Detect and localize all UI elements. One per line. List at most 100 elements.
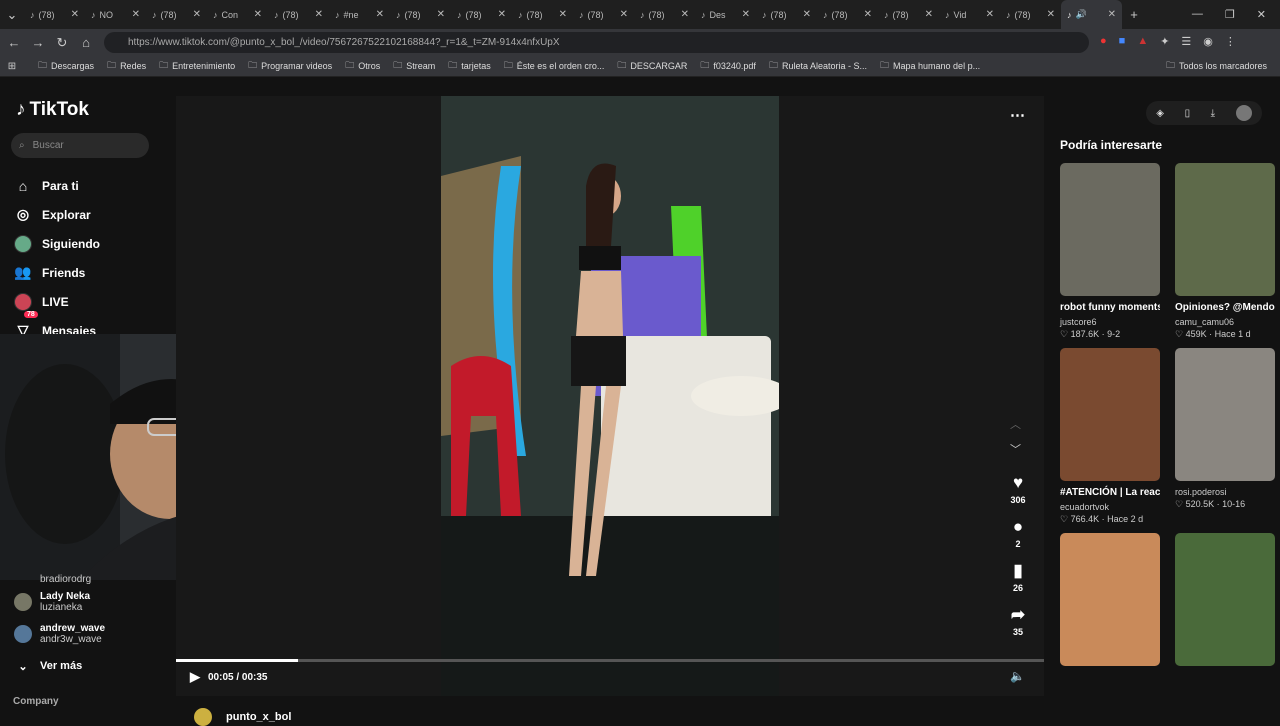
close-tab-icon[interactable]: ✕ (498, 9, 506, 20)
volume-icon[interactable]: 🔈 (1010, 669, 1025, 683)
browser-tab[interactable]: ♪ (78) ✕ (512, 0, 573, 29)
ver-mas-button[interactable]: ⌄ Ver más (14, 650, 105, 682)
sidebar-item-friends[interactable]: 👥 Friends (14, 258, 100, 287)
bookmark-item[interactable]: 🗀 tarjetas (448, 58, 491, 74)
list-item[interactable]: Lady Neka luzianeka (14, 586, 105, 618)
puzzle-icon[interactable]: ✦ (1160, 35, 1169, 48)
sidebar-item-siguiendo[interactable]: Siguiendo (14, 229, 100, 258)
video-card[interactable]: #ATENCIÓN | La reacción de este to... ecu… (1060, 348, 1160, 525)
bookmark-item[interactable]: 🗀 Entretenimiento (159, 58, 235, 74)
sidebar-item-explorar[interactable]: ◎ Explorar (14, 200, 100, 229)
close-tab-icon[interactable]: ✕ (925, 9, 933, 20)
browser-tab[interactable]: ♪ (78) ✕ (878, 0, 939, 29)
bookmark-item[interactable]: 🗀 Programar videos (248, 58, 332, 74)
company-link[interactable]: Company (13, 696, 105, 707)
more-options-icon[interactable]: ⋯ (1010, 106, 1025, 124)
video-thumbnail[interactable] (1060, 533, 1160, 666)
browser-tab[interactable]: ♪ Des ✕ (695, 0, 756, 29)
bookmark-item[interactable]: 🗀 Stream (393, 58, 435, 74)
list-item[interactable]: andrew_wave andr3w_wave (14, 618, 105, 650)
close-tab-icon[interactable]: ✕ (803, 9, 811, 20)
video-card[interactable]: rosi.poderosi ♡ 520.5K · 10-16 (1175, 348, 1275, 525)
extension-icon[interactable]: ● (1100, 35, 1107, 48)
close-tab-icon[interactable]: ✕ (1047, 9, 1055, 20)
apps-icon[interactable]: ⊞ (0, 61, 24, 72)
heart-icon[interactable]: ♥ (1013, 473, 1023, 495)
close-tab-icon[interactable]: ✕ (620, 9, 628, 20)
browser-tab[interactable]: ♪ #ne ✕ (329, 0, 390, 29)
close-tab-icon[interactable]: ✕ (681, 9, 689, 20)
back-icon[interactable]: ← (2, 35, 26, 50)
share-icon[interactable]: ➦ (1011, 605, 1025, 627)
browser-tab[interactable]: ♪ (78) ✕ (268, 0, 329, 29)
tab-search-icon[interactable]: ⌄ (0, 7, 24, 23)
close-tab-icon[interactable]: ✕ (437, 9, 445, 20)
profile-icon[interactable]: ◉ (1203, 35, 1213, 48)
extension-icon[interactable]: ■ (1119, 35, 1126, 48)
close-tab-icon[interactable]: ✕ (254, 9, 262, 20)
close-tab-icon[interactable]: ✕ (1108, 9, 1116, 20)
author-name[interactable]: punto_x_bol (226, 711, 291, 723)
prev-video-icon[interactable]: ︿ (1010, 416, 1021, 432)
bookmark-item[interactable]: 🗀 Ruleta Aleatoria - S... (769, 58, 867, 74)
bookmark-item[interactable]: 🗀 Otros (345, 58, 380, 74)
bookmark-item[interactable]: 🗀 DESCARGAR (617, 58, 687, 74)
card-author[interactable]: ecuadortvok (1060, 502, 1160, 512)
browser-tab[interactable]: ♪ (78) ✕ (634, 0, 695, 29)
close-tab-icon[interactable]: ✕ (864, 9, 872, 20)
card-author[interactable]: camu_camu06 (1175, 317, 1275, 327)
bookmark-icon[interactable]: ▮ (1013, 561, 1022, 583)
home-icon[interactable]: ⌂ (74, 35, 98, 50)
more-icon[interactable]: ⋮ (1225, 35, 1236, 48)
browser-tab[interactable]: ♪ (78) ✕ (451, 0, 512, 29)
extension-icon[interactable]: ▲ (1137, 35, 1148, 48)
url-field[interactable]: https://www.tiktok.com/@punto_x_bol_/vid… (104, 32, 1089, 53)
video-card[interactable]: robot funny moments and crash... justcore… (1060, 163, 1160, 340)
search-input[interactable]: ⌕ Buscar (11, 133, 149, 158)
coins-icon[interactable]: ◈ (1156, 108, 1164, 119)
progress-bar[interactable] (176, 659, 1044, 662)
reload-icon[interactable]: ↻ (50, 35, 74, 51)
video-frame[interactable] (441, 96, 779, 696)
tiktok-logo[interactable]: ♪ TikTok (16, 99, 89, 121)
browser-tab[interactable]: ♪ NO ✕ (85, 0, 146, 29)
close-tab-icon[interactable]: ✕ (315, 9, 323, 20)
video-thumbnail[interactable] (1060, 163, 1160, 296)
browser-tab[interactable]: ♪ Vid ✕ (939, 0, 1000, 29)
bookmark-item[interactable]: 🗀 Descargas (38, 58, 94, 74)
browser-tab[interactable]: ♪ (78) ✕ (573, 0, 634, 29)
card-author[interactable]: rosi.poderosi (1175, 487, 1275, 497)
avatar[interactable] (1235, 105, 1252, 121)
video-thumbnail[interactable] (1175, 533, 1275, 666)
all-bookmarks[interactable]: 🗀 Todos los marcadores (1166, 58, 1267, 74)
browser-tab[interactable]: ♪ (78) ✕ (146, 0, 207, 29)
browser-tab[interactable]: ♪ Con ✕ (207, 0, 268, 29)
new-tab-button[interactable]: + (1122, 7, 1146, 22)
close-window-icon[interactable]: ✕ (1257, 8, 1266, 21)
forward-icon[interactable]: → (26, 35, 50, 50)
bookmark-item[interactable]: 🗀 Mapa humano del p... (880, 58, 980, 74)
restore-icon[interactable]: ❐ (1225, 8, 1235, 21)
video-card[interactable] (1175, 533, 1275, 666)
card-author[interactable]: justcore6 (1060, 317, 1160, 327)
bookmark-item[interactable]: 🗀 f03240.pdf (700, 58, 756, 74)
browser-tab[interactable]: ♪ (78) ✕ (24, 0, 85, 29)
video-card[interactable] (1060, 533, 1160, 666)
browser-tab[interactable]: ♪ (78) ✕ (1000, 0, 1061, 29)
browser-tab[interactable]: ♪ (78) ✕ (756, 0, 817, 29)
download-icon[interactable]: ⤓ (1211, 108, 1215, 119)
comment-icon[interactable]: ● (1013, 517, 1023, 539)
minimize-icon[interactable]: — (1192, 8, 1203, 21)
video-thumbnail[interactable] (1060, 348, 1160, 481)
play-icon[interactable]: ▶ (190, 669, 200, 685)
close-tab-icon[interactable]: ✕ (193, 9, 201, 20)
bookmark-item[interactable]: 🗀 Redes (107, 58, 146, 74)
browser-tab[interactable]: ♪ (78) ✕ (817, 0, 878, 29)
video-thumbnail[interactable] (1175, 348, 1275, 481)
list-item[interactable]: bradiorodrg (14, 574, 105, 586)
sidebar-item-para-ti[interactable]: ⌂ Para ti (14, 171, 100, 200)
close-tab-icon[interactable]: ✕ (986, 9, 994, 20)
next-video-icon[interactable]: ﹀ (1010, 441, 1021, 457)
menu-icon[interactable]: ☰ (1181, 35, 1191, 48)
close-tab-icon[interactable]: ✕ (71, 9, 79, 20)
